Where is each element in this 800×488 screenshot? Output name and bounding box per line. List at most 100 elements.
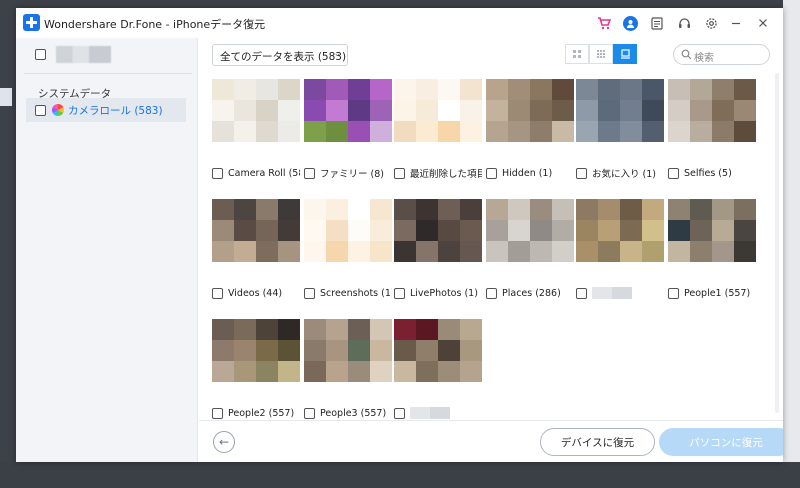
- thumbnail-pixel: [256, 220, 278, 241]
- thumbnail-pixel: [278, 121, 300, 142]
- back-button[interactable]: ←: [213, 431, 235, 453]
- grid-large-view-button[interactable]: [589, 44, 613, 64]
- minimize-icon[interactable]: [727, 14, 745, 32]
- thumbnail-pixel: [394, 121, 416, 142]
- vertical-scrollbar[interactable]: [775, 73, 779, 413]
- album-checkbox[interactable]: [212, 287, 223, 299]
- thumbnail-pixel: [734, 220, 756, 241]
- album-item[interactable]: お気に入り (1): [576, 79, 664, 181]
- album-item[interactable]: [394, 319, 482, 420]
- album-thumbnail[interactable]: [304, 319, 392, 403]
- thumbnail-pixel: [326, 340, 348, 361]
- album-item[interactable]: 最近削除した項目 (2): [394, 79, 482, 181]
- album-checkbox[interactable]: [212, 167, 223, 179]
- album-checkbox[interactable]: [212, 407, 223, 419]
- album-item[interactable]: ファミリー (8): [304, 79, 392, 181]
- album-thumbnail[interactable]: [486, 199, 574, 283]
- search-placeholder: 検索: [694, 53, 714, 64]
- album-item[interactable]: People3 (557): [304, 319, 392, 420]
- thumbnail-pixel: [416, 319, 438, 340]
- album-caption: People1 (557): [668, 286, 756, 300]
- thumbnail-pixel: [486, 79, 508, 100]
- album-item[interactable]: [576, 199, 664, 301]
- album-item[interactable]: Selfies (5): [668, 79, 756, 181]
- thumbnail-pixel: [394, 340, 416, 361]
- album-checkbox[interactable]: [394, 407, 405, 419]
- thumbnail-pixel: [278, 319, 300, 340]
- thumbnail-pixel: [256, 100, 278, 121]
- album-checkbox[interactable]: [576, 287, 587, 299]
- album-item[interactable]: People1 (557): [668, 199, 756, 301]
- thumbnail-pixel: [348, 241, 370, 262]
- album-thumbnail[interactable]: [212, 199, 300, 283]
- thumbnail-pixel: [256, 79, 278, 100]
- filter-dropdown[interactable]: 全てのデータを表示 (583) ⌄: [212, 44, 348, 66]
- album-thumbnail[interactable]: [212, 319, 300, 403]
- album-checkbox[interactable]: [576, 167, 587, 179]
- close-icon[interactable]: [754, 14, 772, 32]
- thumbnail-pixel: [438, 241, 460, 262]
- album-checkbox[interactable]: [394, 167, 405, 179]
- thumbnail-pixel: [690, 199, 712, 220]
- thumbnail-pixel: [212, 121, 234, 142]
- album-item[interactable]: Camera Roll (583): [212, 79, 300, 181]
- album-checkbox[interactable]: [486, 167, 497, 179]
- thumbnail-pixel: [278, 220, 300, 241]
- album-thumbnail[interactable]: [212, 79, 300, 163]
- thumbnail-pixel: [690, 79, 712, 100]
- grid-small-view-button[interactable]: [565, 44, 589, 64]
- thumbnail-pixel: [598, 241, 620, 262]
- sidebar-item-camera-roll[interactable]: カメラロール (583): [26, 98, 186, 122]
- album-checkbox[interactable]: [304, 167, 315, 179]
- thumbnail-pixel: [278, 199, 300, 220]
- album-thumbnail[interactable]: [394, 199, 482, 283]
- camera-roll-checkbox[interactable]: [35, 104, 46, 116]
- album-checkbox[interactable]: [668, 167, 679, 179]
- thumbnail-pixel: [394, 199, 416, 220]
- cart-icon[interactable]: [595, 14, 613, 32]
- restore-to-device-button[interactable]: デバイスに復元: [540, 428, 655, 456]
- album-thumbnail[interactable]: [668, 79, 756, 163]
- album-thumbnail[interactable]: [576, 199, 664, 283]
- feedback-icon[interactable]: [648, 14, 666, 32]
- album-item[interactable]: LivePhotos (1): [394, 199, 482, 301]
- album-checkbox[interactable]: [394, 287, 405, 299]
- restore-to-pc-button[interactable]: パソコンに復元: [659, 428, 783, 456]
- album-checkbox[interactable]: [304, 407, 315, 419]
- album-caption: Selfies (5): [668, 166, 756, 180]
- album-item[interactable]: Screenshots (1): [304, 199, 392, 301]
- thumbnail-pixel: [712, 100, 734, 121]
- album-view-button[interactable]: [613, 44, 637, 64]
- album-item[interactable]: Hidden (1): [486, 79, 574, 181]
- thumbnail-pixel: [620, 79, 642, 100]
- album-item[interactable]: Places (286): [486, 199, 574, 301]
- select-all-checkbox[interactable]: [35, 49, 46, 60]
- thumbnail-pixel: [212, 199, 234, 220]
- album-thumbnail[interactable]: [304, 199, 392, 283]
- album-caption: 最近削除した項目 (2): [394, 166, 482, 180]
- thumbnail-pixel: [668, 121, 690, 142]
- thumbnail-pixel: [212, 340, 234, 361]
- album-thumbnail[interactable]: [394, 79, 482, 163]
- main-panel: 全てのデータを表示 (583) ⌄ 検索 Camera Roll (583) ファ…: [199, 38, 783, 462]
- view-mode-switcher: [565, 44, 637, 64]
- thumbnail-pixel: [326, 199, 348, 220]
- album-item[interactable]: People2 (557): [212, 319, 300, 420]
- thumbnail-pixel: [642, 121, 664, 142]
- thumbnail-pixel: [530, 220, 552, 241]
- album-item[interactable]: Videos (44): [212, 199, 300, 301]
- album-thumbnail[interactable]: [576, 79, 664, 163]
- support-icon[interactable]: [675, 14, 693, 32]
- drfone-logo-icon: [23, 14, 40, 31]
- search-box[interactable]: 検索: [673, 44, 770, 65]
- thumbnail-pixel: [438, 121, 460, 142]
- account-icon[interactable]: [621, 14, 639, 32]
- album-thumbnail[interactable]: [668, 199, 756, 283]
- settings-icon[interactable]: [702, 14, 720, 32]
- album-thumbnail[interactable]: [394, 319, 482, 403]
- album-checkbox[interactable]: [304, 287, 315, 299]
- album-checkbox[interactable]: [486, 287, 497, 299]
- album-checkbox[interactable]: [668, 287, 679, 299]
- album-thumbnail[interactable]: [304, 79, 392, 163]
- album-thumbnail[interactable]: [486, 79, 574, 163]
